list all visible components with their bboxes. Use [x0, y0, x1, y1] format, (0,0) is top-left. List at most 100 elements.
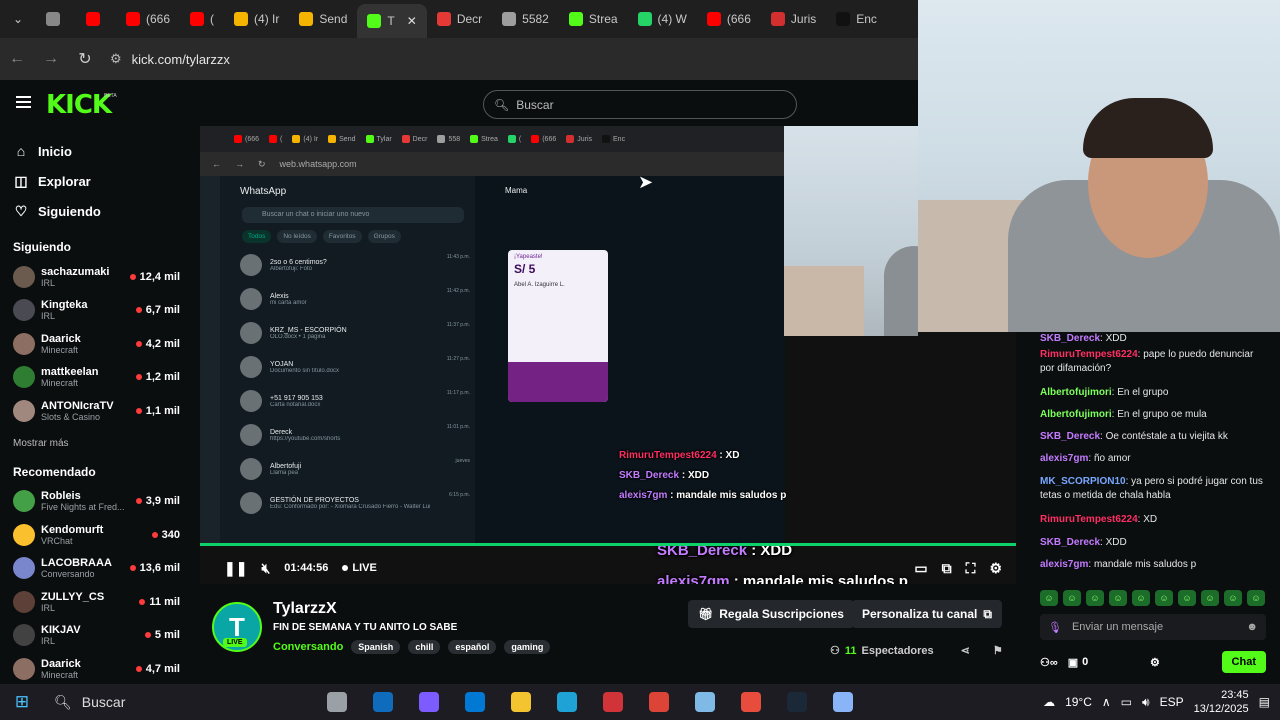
file-explorer-icon[interactable]	[498, 684, 544, 720]
start-button[interactable]: ⊞	[0, 692, 44, 712]
nav-explorar[interactable]: ◫ Explorar	[0, 166, 190, 196]
customize-channel-button[interactable]: Personaliza tu canal ⧉	[852, 600, 1002, 628]
tag-chip[interactable]: español	[448, 640, 497, 654]
browser-tab[interactable]: Send	[289, 4, 357, 34]
show-more-link[interactable]: Mostrar más	[0, 428, 190, 451]
notifications-icon[interactable]: ▤	[1259, 695, 1270, 709]
app-icon[interactable]	[728, 684, 774, 720]
site-info-icon[interactable]: ⚙	[110, 51, 122, 67]
browser-tab[interactable]: (666	[697, 4, 761, 34]
browser-tab[interactable]: (666	[116, 4, 180, 34]
settings-icon[interactable]: ⚙	[989, 560, 1002, 577]
kick-logo[interactable]: KICK	[46, 90, 112, 120]
emote-icon[interactable]: ☺	[1109, 590, 1127, 606]
pause-icon[interactable]: ❚❚	[224, 560, 247, 577]
video-progress-bar[interactable]	[200, 543, 1016, 546]
report-icon[interactable]: ⚑	[993, 644, 1003, 657]
language-indicator[interactable]: ESP	[1160, 695, 1184, 709]
notepad-icon[interactable]	[682, 684, 728, 720]
steam-icon[interactable]	[774, 684, 820, 720]
task-view-icon[interactable]	[314, 684, 360, 720]
chat-settings-icon[interactable]: ⚙	[1150, 656, 1160, 669]
tag-chip[interactable]: gaming	[504, 640, 551, 654]
emote-icon[interactable]: ☺	[1086, 590, 1104, 606]
channel-item[interactable]: Kingteka IRL 6,7 mil	[0, 294, 190, 328]
browser-tab[interactable]: Decr	[427, 4, 492, 34]
emote-icon[interactable]: ☺	[1132, 590, 1150, 606]
chat-username[interactable]: SKB_Dereck	[1040, 333, 1100, 344]
points-counter[interactable]: ▣ 0	[1068, 656, 1089, 669]
channel-item[interactable]: sachazumaki IRL 12,4 mil	[0, 260, 190, 294]
browser-tab[interactable]: 5582	[492, 4, 559, 34]
chat-username[interactable]: RimuruTempest6224	[1040, 349, 1138, 360]
snipping-tool-icon[interactable]	[590, 684, 636, 720]
channel-item[interactable]: LACOBRAAA Conversando 13,6 mil	[0, 552, 190, 586]
copilot-icon[interactable]	[406, 684, 452, 720]
store-icon[interactable]	[452, 684, 498, 720]
weather-temp[interactable]: 19°C	[1065, 695, 1092, 709]
browser-tab[interactable]: (	[180, 4, 224, 34]
volume-icon[interactable]: 🔊︎	[1142, 695, 1150, 710]
fullscreen-icon[interactable]: ⛶	[966, 560, 976, 577]
gift-subs-button[interactable]: 🎁︎ Regala Suscripciones	[688, 600, 854, 628]
chrome-icon[interactable]	[636, 684, 682, 720]
emoji-icon[interactable]: ☻	[1246, 621, 1258, 633]
users-icon[interactable]: ⚇∞	[1040, 656, 1058, 669]
chat-username[interactable]: RimuruTempest6224	[1040, 514, 1138, 525]
tag-chip[interactable]: chill	[408, 640, 441, 654]
pip-icon[interactable]: ⧉	[942, 560, 952, 577]
channel-item[interactable]: Kendomurft VRChat 340	[0, 518, 190, 552]
menu-icon[interactable]	[16, 96, 31, 108]
search-input[interactable]: 🔍︎ Buscar	[483, 90, 797, 119]
tab-list-button[interactable]: ⌄	[0, 0, 36, 38]
tray-chevron-icon[interactable]: ∧	[1102, 695, 1111, 709]
emote-icon[interactable]: ☺	[1247, 590, 1265, 606]
emote-icon[interactable]: ☺	[1178, 590, 1196, 606]
url-field[interactable]: ⚙ kick.com/tylarzzx	[110, 51, 230, 67]
channel-item[interactable]: KIKJAV IRL 5 mil	[0, 619, 190, 653]
weather-icon[interactable]: ☁	[1043, 695, 1055, 709]
chat-username[interactable]: SKB_Dereck	[1040, 431, 1100, 442]
tag-chip[interactable]: Spanish	[351, 640, 401, 654]
emote-icon[interactable]: ☺	[1155, 590, 1173, 606]
clock[interactable]: 23:45 13/12/2025	[1194, 688, 1249, 716]
mute-icon[interactable]: 🔇︎	[261, 560, 270, 577]
emote-icon[interactable]: ☺	[1040, 590, 1058, 606]
browser-tab[interactable]: (4) Ir	[224, 4, 289, 34]
chat-username[interactable]: alexis7gm	[1040, 559, 1088, 570]
channel-item[interactable]: mattkeelan Minecraft 1,2 mil	[0, 361, 190, 395]
channel-item[interactable]: Robleis Five Nights at Fred... 3,9 mil	[0, 485, 190, 519]
channel-item[interactable]: Daarick Minecraft 4,7 mil	[0, 652, 190, 684]
emote-icon[interactable]: ☺	[1224, 590, 1242, 606]
streamer-name[interactable]: TylarzzX	[273, 600, 337, 618]
nav-inicio[interactable]: ⌂ Inicio	[0, 136, 190, 166]
chat-username[interactable]: alexis7gm	[1040, 453, 1088, 464]
mic-icon[interactable]: 🎙︎	[1048, 621, 1062, 634]
category-link[interactable]: Conversando	[273, 641, 343, 653]
network-icon[interactable]: ▭	[1121, 695, 1132, 709]
notes-icon[interactable]	[820, 684, 866, 720]
nav-siguiendo[interactable]: ♡ Siguiendo	[0, 196, 190, 226]
browser-tab[interactable]	[36, 4, 76, 34]
chat-username[interactable]: SKB_Dereck	[1040, 537, 1100, 548]
chat-username[interactable]: Albertofujimori	[1040, 387, 1112, 398]
chat-username[interactable]: Albertofujimori	[1040, 409, 1112, 420]
edge-icon[interactable]	[544, 684, 590, 720]
forward-button[interactable]: →	[34, 50, 68, 68]
channel-item[interactable]: ZULLYY_CS IRL 11 mil	[0, 585, 190, 619]
reload-button[interactable]: ↻	[68, 49, 102, 69]
browser-tab[interactable]: Juris	[761, 4, 826, 34]
share-icon[interactable]: ⋖	[961, 644, 970, 657]
browser-tab[interactable]: T ✕	[357, 4, 427, 38]
channel-item[interactable]: Daarick Minecraft 4,2 mil	[0, 327, 190, 361]
browser-tab[interactable]: Strea	[559, 4, 628, 34]
browser-tab[interactable]	[76, 4, 116, 34]
browser-tab[interactable]: Enc	[826, 4, 887, 34]
chat-input[interactable]: 🎙︎ Enviar un mensaje ☻	[1040, 614, 1266, 640]
chat-send-button[interactable]: Chat	[1221, 651, 1266, 673]
taskbar-search[interactable]: 🔍︎ Buscar	[44, 688, 314, 716]
chat-username[interactable]: MK_SCORPION10	[1040, 476, 1126, 487]
theater-icon[interactable]: ▭	[914, 560, 927, 577]
emote-icon[interactable]: ☺	[1201, 590, 1219, 606]
outlook-icon[interactable]	[360, 684, 406, 720]
